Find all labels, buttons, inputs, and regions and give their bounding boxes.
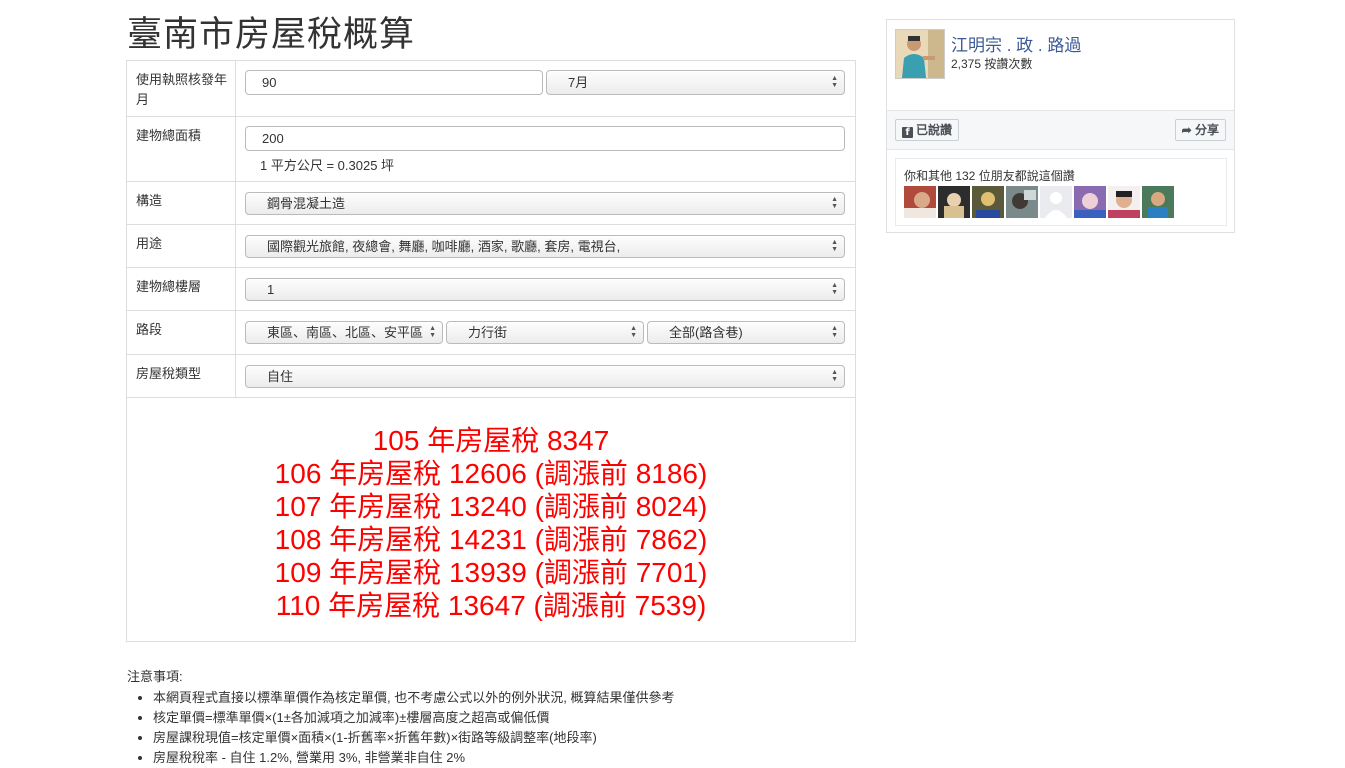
share-arrow-icon: ➦ — [1181, 123, 1192, 137]
road-section-value: 全部(路含巷) — [669, 325, 743, 340]
area-label: 建物總面積 — [126, 116, 236, 182]
floors-label: 建物總樓層 — [126, 267, 236, 311]
fb-page-header: 江明宗 . 政 . 路過 2,375 按讚次數 — [887, 20, 1234, 111]
select-arrows-icon: ▲ ▼ — [831, 325, 838, 339]
floors-value: 1 — [267, 282, 275, 297]
fb-friends-text: 你和其他 132 位朋友都說這個讚 — [904, 169, 1075, 183]
license-date-label: 使用執照核發年月 — [126, 60, 236, 117]
notes-list: 本網頁程式直接以標準單價作為核定單價, 也不考慮公式以外的例外狀況, 概算結果僅… — [127, 688, 674, 768]
select-arrows-icon: ▲ ▼ — [831, 282, 838, 296]
area-input[interactable]: 200 — [245, 126, 845, 151]
select-arrows-icon: ▲ ▼ — [831, 196, 838, 210]
tax-type-label: 房屋稅類型 — [126, 354, 236, 398]
note-item: 房屋稅稅率 - 自住 1.2%, 營業用 3%, 非營業非自住 2% — [153, 748, 674, 768]
road-street-select[interactable]: 力行街 ▲ ▼ — [446, 321, 644, 344]
usage-value: 國際觀光旅館, 夜總會, 舞廳, 咖啡廳, 酒家, 歌廳, 套房, 電視台, — [267, 239, 621, 254]
friend-avatar[interactable] — [1006, 186, 1038, 218]
select-arrows-icon: ▲ ▼ — [429, 325, 436, 339]
friend-avatar[interactable] — [904, 186, 936, 218]
friend-avatar-placeholder[interactable] — [1040, 186, 1072, 218]
select-arrows-icon: ▲ ▼ — [831, 369, 838, 383]
structure-select[interactable]: 鋼骨混凝土造 ▲ ▼ — [245, 192, 845, 215]
road-label: 路段 — [126, 310, 236, 355]
tax-result-panel: 105 年房屋稅 8347 106 年房屋稅 12606 (調漲前 8186) … — [126, 397, 856, 642]
road-district-select[interactable]: 東區、南區、北區、安平區 ▲ ▼ — [245, 321, 443, 344]
floors-select[interactable]: 1 ▲ ▼ — [245, 278, 845, 301]
tax-result-line: 106 年房屋稅 12606 (調漲前 8186) — [274, 458, 708, 489]
road-street-value: 力行街 — [468, 325, 508, 340]
facebook-icon: f — [902, 127, 913, 138]
select-arrows-icon: ▲ ▼ — [831, 75, 838, 89]
note-item: 房屋課稅現值=核定單價×面積×(1-折舊率×折舊年數)×街路等級調整率(地段率) — [153, 728, 674, 748]
notes-title: 注意事項: — [127, 669, 183, 684]
area-unit-hint: 1 平方公尺 = 0.3025 坪 — [260, 158, 395, 173]
fb-like-count: 2,375 按讚次數 — [951, 57, 1033, 71]
friend-avatar[interactable] — [1108, 186, 1140, 218]
fb-share-button[interactable]: ➦ 分享 — [1174, 119, 1226, 141]
page-title: 臺南市房屋稅概算 — [127, 15, 416, 55]
road-district-value: 東區、南區、北區、安平區 — [267, 325, 424, 340]
structure-value: 鋼骨混凝土造 — [267, 196, 346, 211]
tax-type-select[interactable]: 自住 ▲ ▼ — [245, 365, 845, 388]
friend-avatar[interactable] — [972, 186, 1004, 218]
road-section-select[interactable]: 全部(路含巷) ▲ ▼ — [647, 321, 845, 344]
tax-result-line: 107 年房屋稅 13240 (調漲前 8024) — [274, 491, 708, 522]
license-month-select[interactable]: 7月 ▲ ▼ — [546, 70, 845, 95]
friend-avatar[interactable] — [1142, 186, 1174, 218]
select-arrows-icon: ▲ ▼ — [630, 325, 637, 339]
license-month-value: 7月 — [568, 75, 589, 90]
friend-avatar[interactable] — [1074, 186, 1106, 218]
select-arrows-icon: ▲ ▼ — [831, 239, 838, 253]
tax-result-line: 109 年房屋稅 13939 (調漲前 7701) — [274, 557, 708, 588]
calculator-form: 使用執照核發年月 90 7月 ▲ ▼ 建物總面積 200 1 平方公尺 = 0.3… — [126, 60, 856, 642]
usage-select[interactable]: 國際觀光旅館, 夜總會, 舞廳, 咖啡廳, 酒家, 歌廳, 套房, 電視台, ▲… — [245, 235, 845, 258]
license-year-input[interactable]: 90 — [245, 70, 543, 95]
friend-avatar[interactable] — [938, 186, 970, 218]
tax-result-line: 110 年房屋稅 13647 (調漲前 7539) — [275, 590, 707, 621]
fb-page-name[interactable]: 江明宗 . 政 . 路過 — [951, 31, 1081, 56]
structure-label: 構造 — [126, 181, 236, 225]
notes-section: 注意事項: 本網頁程式直接以標準單價作為核定單價, 也不考慮公式以外的例外狀況,… — [127, 666, 674, 768]
facebook-page-plugin: 江明宗 . 政 . 路過 2,375 按讚次數 f 已說讚 ➦ 分享 你和其他 1… — [886, 19, 1235, 233]
fb-liked-button[interactable]: f 已說讚 — [895, 119, 960, 141]
note-item: 本網頁程式直接以標準單價作為核定單價, 也不考慮公式以外的例外狀況, 概算結果僅… — [153, 688, 674, 708]
fb-liked-label: 已說讚 — [916, 123, 953, 137]
tax-result-line: 105 年房屋稅 8347 — [372, 425, 610, 456]
fb-share-label: 分享 — [1194, 123, 1219, 137]
fb-friends-panel: 你和其他 132 位朋友都說這個讚 — [895, 158, 1227, 226]
fb-action-bar: f 已說讚 ➦ 分享 — [887, 111, 1234, 150]
tax-type-value: 自住 — [267, 369, 294, 384]
usage-label: 用途 — [126, 224, 236, 268]
tax-result-line: 108 年房屋稅 14231 (調漲前 7862) — [274, 524, 708, 555]
note-item: 核定單價=標準單價×(1±各加減項之加減率)±樓層高度之超高或偏低價 — [153, 708, 674, 728]
fb-page-avatar[interactable] — [895, 29, 945, 79]
